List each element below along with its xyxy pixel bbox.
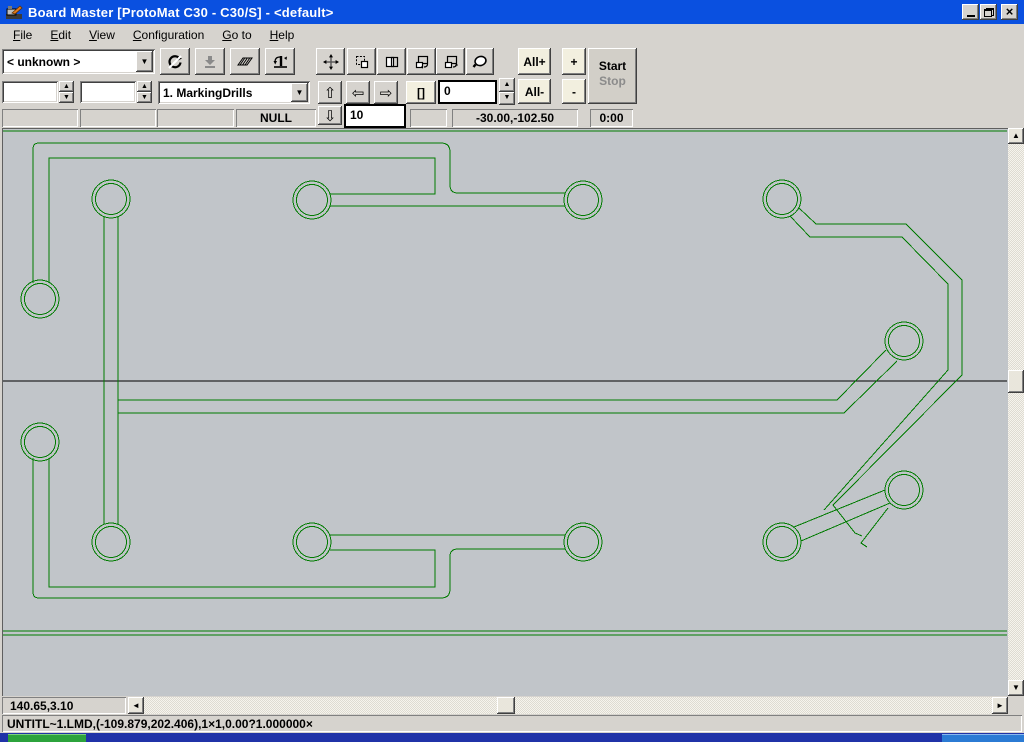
x-input[interactable]: [2, 81, 58, 103]
all-plus-button[interactable]: All+: [518, 48, 551, 75]
zoom-button[interactable]: [466, 48, 494, 75]
scroll-left-icon: ◄: [132, 702, 140, 710]
move-button[interactable]: [316, 48, 345, 75]
nav-left-button[interactable]: ⇦: [346, 81, 370, 104]
restore-button[interactable]: [980, 4, 997, 20]
spin-down-icon[interactable]: ▼: [59, 92, 74, 103]
chevron-down-icon[interactable]: ▼: [291, 83, 308, 102]
position-panel: -30.00,-102.50: [452, 109, 578, 127]
spin-up-icon[interactable]: ▲: [499, 78, 515, 92]
arrow-right-icon: ⇨: [380, 84, 393, 102]
scroll-right-icon: ►: [996, 702, 1004, 710]
plus-button[interactable]: +: [562, 48, 586, 75]
rect-arrow2-icon: [443, 54, 459, 70]
y-input[interactable]: [80, 81, 136, 103]
rect-arrow-icon: [414, 54, 430, 70]
board-master-window: Board Master [ProtoMat C30 - C30/S] - <d…: [0, 0, 1024, 742]
overlap-rects-icon: [384, 54, 400, 70]
nav-right-button[interactable]: ⇨: [374, 81, 398, 104]
milling-button[interactable]: [230, 48, 260, 75]
magnifier-icon: [472, 54, 488, 70]
scroll-up-button[interactable]: ▲: [1008, 128, 1024, 144]
copy-selection-button[interactable]: [347, 48, 376, 75]
step-input[interactable]: 10: [344, 104, 406, 128]
import-button[interactable]: [195, 48, 225, 75]
arrow-down-icon: ⇩: [324, 107, 337, 125]
tool-exchange-button[interactable]: [265, 48, 295, 75]
horizontal-scrollbar[interactable]: ◄ ►: [128, 697, 1008, 714]
title-bar: Board Master [ProtoMat C30 - C30/S] - <d…: [0, 0, 1024, 24]
horizontal-scroll-thumb[interactable]: [497, 697, 515, 714]
aux-panel-3: [157, 109, 234, 127]
phase-combo-value: 1. MarkingDrills: [158, 86, 291, 100]
tool-panel: NULL: [236, 109, 316, 127]
chevron-down-icon[interactable]: ▼: [136, 51, 153, 72]
taskbar-strip: [0, 733, 1024, 742]
taskbar-item-green[interactable]: [8, 734, 86, 742]
minus-button[interactable]: -: [562, 79, 586, 104]
start-label: Start: [588, 59, 637, 74]
menu-file[interactable]: File: [4, 26, 41, 44]
spin-up-icon[interactable]: ▲: [59, 81, 74, 92]
close-icon: ×: [1006, 5, 1014, 19]
pcb-canvas[interactable]: [2, 128, 1008, 696]
arrow-up-icon: ⇧: [324, 84, 337, 102]
spin-down-icon[interactable]: ▼: [137, 92, 152, 103]
scroll-down-button[interactable]: ▼: [1008, 680, 1024, 696]
all-minus-button[interactable]: All-: [518, 79, 551, 104]
count-spinner: ▲ ▼: [499, 78, 515, 105]
tool-head-combo[interactable]: < unknown > ▼: [2, 49, 155, 74]
menu-help[interactable]: Help: [261, 26, 304, 44]
status-text: UNTITL~1.LMD,(-109.879,202.406),1×1,0.00…: [7, 717, 313, 731]
menu-configuration[interactable]: Configuration: [124, 26, 213, 44]
app-icon: [5, 4, 23, 20]
menu-bar: File Edit View Configuration Go to Help: [0, 24, 1024, 46]
rotate-icon: [167, 54, 183, 70]
cursor-position-panel: 140.65,3.10: [2, 697, 126, 714]
taskbar-item-blue[interactable]: [942, 734, 1024, 742]
aux-panel-4: [410, 109, 447, 127]
scroll-left-button[interactable]: ◄: [128, 697, 144, 714]
arrow-left-icon: ⇦: [352, 84, 365, 102]
selection-copy-icon: [354, 54, 370, 70]
duplicate-button[interactable]: [377, 48, 406, 75]
count-input[interactable]: 0: [438, 80, 497, 104]
scroll-down-icon: ▼: [1012, 684, 1020, 692]
scroll-right-button[interactable]: ►: [992, 697, 1008, 714]
scroll-up-icon: ▲: [1012, 132, 1020, 140]
menu-edit[interactable]: Edit: [41, 26, 80, 44]
nav-down-button[interactable]: ⇩: [318, 106, 342, 125]
spin-up-icon[interactable]: ▲: [137, 81, 152, 92]
vertical-scrollbar[interactable]: ▲ ▼: [1008, 128, 1024, 696]
pcb-drawing[interactable]: [3, 129, 1007, 695]
rotate-button[interactable]: [160, 48, 190, 75]
phase-combo[interactable]: 1. MarkingDrills ▼: [158, 81, 310, 104]
close-button[interactable]: ×: [1001, 4, 1018, 20]
menu-view[interactable]: View: [80, 26, 124, 44]
tool-head-icon: [272, 54, 288, 70]
vertical-scroll-thumb[interactable]: [1008, 370, 1024, 393]
status-bar: UNTITL~1.LMD,(-109.879,202.406),1×1,0.00…: [2, 715, 1022, 732]
minimize-button[interactable]: [962, 4, 979, 20]
start-stop-button[interactable]: Start Stop: [588, 48, 637, 104]
arrange-front-button[interactable]: [407, 48, 436, 75]
menu-goto[interactable]: Go to: [213, 26, 260, 44]
tool-head-combo-value: < unknown >: [2, 55, 136, 69]
arrange-back-button[interactable]: [436, 48, 465, 75]
hatch-icon: [237, 54, 253, 70]
aux-panel-1: [2, 109, 78, 127]
x-spinner: ▲ ▼: [59, 81, 74, 103]
stop-label: Stop: [588, 74, 637, 89]
restore-icon: [984, 8, 994, 17]
minimize-icon: [967, 15, 975, 17]
y-spinner: ▲ ▼: [137, 81, 152, 103]
move-cross-icon: [323, 54, 339, 70]
window-title: Board Master [ProtoMat C30 - C30/S] - <d…: [28, 5, 334, 20]
nav-up-button[interactable]: ⇧: [318, 81, 342, 104]
brackets-button[interactable]: []: [406, 81, 436, 104]
aux-panel-2: [80, 109, 156, 127]
import-arrow-icon: [202, 54, 218, 70]
spin-down-icon[interactable]: ▼: [499, 92, 515, 106]
time-panel: 0:00: [590, 109, 633, 127]
